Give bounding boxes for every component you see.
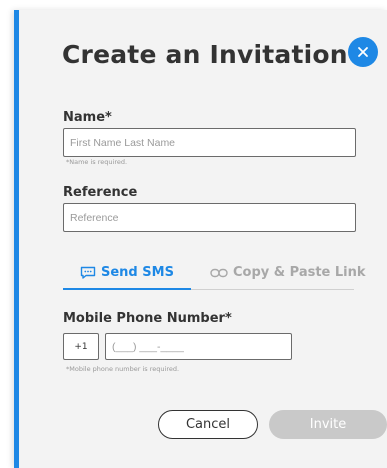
- name-label: Name*: [63, 110, 112, 125]
- name-input[interactable]: [63, 128, 356, 157]
- cancel-button[interactable]: Cancel: [158, 410, 258, 439]
- tab-send-sms-label: Send SMS: [101, 265, 174, 280]
- phone-required-hint: *Mobile phone number is required.: [66, 365, 180, 373]
- chat-icon: [80, 266, 96, 279]
- invitation-dialog: [14, 10, 387, 468]
- page-backdrop: [0, 0, 14, 468]
- country-code-box[interactable]: +1: [63, 333, 99, 360]
- cancel-button-label: Cancel: [185, 417, 231, 432]
- dialog-title: Create an Invitation: [62, 40, 348, 69]
- reference-input[interactable]: [63, 203, 356, 232]
- name-required-hint: *Name is required.: [66, 158, 128, 166]
- dialog-accent-bar: [14, 10, 19, 468]
- link-icon: [210, 268, 228, 277]
- active-tab-indicator: [63, 288, 191, 290]
- tab-copy-paste-link-label: Copy & Paste Link: [233, 265, 366, 280]
- phone-label: Mobile Phone Number*: [63, 311, 232, 326]
- reference-label: Reference: [63, 185, 138, 200]
- phone-input[interactable]: [105, 333, 292, 360]
- invite-button[interactable]: Invite: [269, 410, 387, 439]
- tab-copy-paste-link[interactable]: Copy & Paste Link: [210, 265, 366, 280]
- country-code-value: +1: [74, 341, 88, 352]
- invite-button-label: Invite: [309, 417, 347, 432]
- tab-send-sms[interactable]: Send SMS: [80, 265, 174, 280]
- close-icon: [358, 47, 368, 57]
- close-button[interactable]: [348, 37, 378, 67]
